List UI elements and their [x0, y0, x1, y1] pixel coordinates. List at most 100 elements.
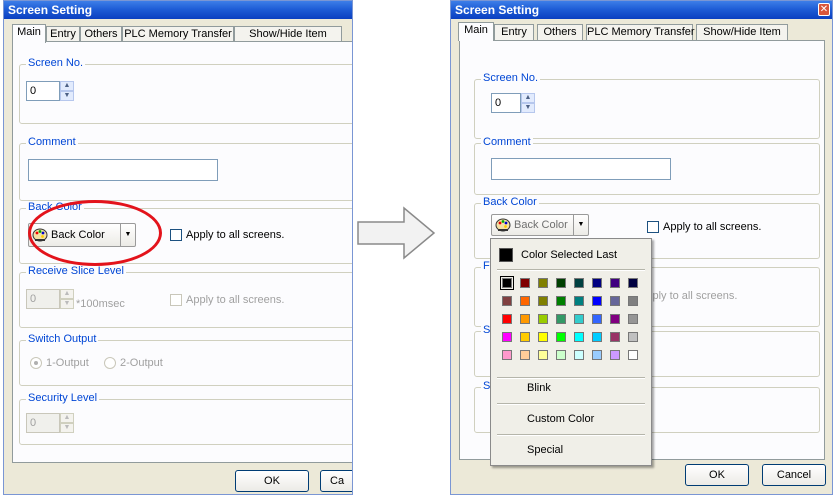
color-swatch[interactable]	[538, 350, 548, 360]
receive-slice-value: 0	[26, 289, 60, 309]
dialog-title: Screen Setting	[4, 1, 352, 19]
color-swatch[interactable]	[592, 314, 602, 324]
color-swatch[interactable]	[628, 350, 638, 360]
apply-all-screens-label: Apply to all screens.	[663, 221, 762, 233]
color-swatch[interactable]	[520, 332, 530, 342]
comment-input[interactable]	[28, 159, 218, 181]
blink-menu-item[interactable]: Blink	[527, 382, 551, 394]
comment-group: Comment	[474, 136, 820, 195]
tab-others[interactable]: Others	[537, 24, 583, 40]
color-swatch[interactable]	[610, 296, 620, 306]
tab-show-hide-item[interactable]: Show/Hide Item	[696, 24, 788, 40]
screen-no-label: Screen No.	[481, 72, 541, 84]
screen-no-spinner[interactable]: 0 ▲ ▼	[26, 81, 76, 101]
color-swatch[interactable]	[502, 314, 512, 324]
tab-main[interactable]: Main	[12, 24, 46, 43]
apply-all-screens-checkbox[interactable]	[170, 229, 182, 241]
tab-plc-memory-transfer[interactable]: PLC Memory Transfer	[586, 24, 695, 40]
apply-all-screens-label: Apply to all screens.	[186, 229, 285, 241]
color-swatch[interactable]	[628, 314, 638, 324]
apply-all-screens-checkbox-disabled	[170, 294, 182, 306]
tab-others[interactable]: Others	[80, 26, 122, 42]
back-color-button[interactable]: Back Color ▼	[491, 214, 589, 236]
custom-color-menu-item[interactable]: Custom Color	[527, 413, 594, 425]
color-swatch[interactable]	[556, 314, 566, 324]
color-swatch[interactable]	[502, 350, 512, 360]
color-swatch[interactable]	[556, 350, 566, 360]
color-swatch[interactable]	[556, 278, 566, 288]
color-swatch[interactable]	[628, 332, 638, 342]
color-swatch[interactable]	[538, 296, 548, 306]
spin-up-icon[interactable]: ▲	[521, 93, 535, 103]
screen-no-spinner[interactable]: 0 ▲ ▼	[491, 93, 541, 113]
color-swatch[interactable]	[592, 278, 602, 288]
color-swatch[interactable]	[538, 314, 548, 324]
radio-1-output	[30, 357, 42, 369]
screen-no-value[interactable]: 0	[491, 93, 521, 113]
comment-input[interactable]	[491, 158, 671, 180]
color-swatch[interactable]	[574, 278, 584, 288]
cancel-button[interactable]: Ca	[320, 470, 352, 492]
radio-1-output-label: 1-Output	[46, 357, 89, 369]
color-swatch[interactable]	[610, 314, 620, 324]
color-swatch[interactable]	[520, 278, 530, 288]
highlight-ellipse	[28, 200, 162, 266]
color-swatch[interactable]	[556, 296, 566, 306]
color-swatch[interactable]	[574, 296, 584, 306]
color-swatch[interactable]	[628, 296, 638, 306]
switch-output-label: Switch Output	[26, 333, 99, 345]
color-swatch[interactable]	[574, 332, 584, 342]
tab-entry[interactable]: Entry	[494, 24, 534, 40]
color-swatch[interactable]	[500, 276, 514, 290]
tab-main[interactable]: Main	[458, 22, 494, 41]
security-level-spinner: 0 ▲ ▼	[26, 413, 76, 433]
ok-button[interactable]: OK	[235, 470, 309, 492]
tab-show-hide-item[interactable]: Show/Hide Item	[234, 26, 342, 42]
color-swatch[interactable]	[574, 314, 584, 324]
tab-entry[interactable]: Entry	[46, 26, 80, 42]
security-level-value: 0	[26, 413, 60, 433]
color-swatch[interactable]	[502, 296, 512, 306]
radio-2-output	[104, 357, 116, 369]
color-swatch[interactable]	[556, 332, 566, 342]
spin-up-icon: ▲	[60, 413, 74, 423]
radio-2-output-label: 2-Output	[120, 357, 163, 369]
color-swatch[interactable]	[610, 350, 620, 360]
spin-down-icon[interactable]: ▼	[521, 103, 535, 113]
chevron-down-icon[interactable]: ▼	[573, 215, 588, 235]
color-swatch[interactable]	[502, 332, 512, 342]
comment-group: Comment	[19, 136, 352, 201]
ok-button[interactable]: OK	[685, 464, 749, 486]
color-swatch[interactable]	[610, 278, 620, 288]
comment-label: Comment	[481, 136, 533, 148]
screen-no-value[interactable]: 0	[26, 81, 60, 101]
close-icon[interactable]: ✕	[818, 3, 830, 16]
color-swatch[interactable]	[520, 296, 530, 306]
last-color-swatch	[499, 248, 513, 262]
special-menu-item[interactable]: Special	[527, 444, 563, 456]
color-swatch[interactable]	[592, 332, 602, 342]
apply-all-screens-checkbox[interactable]	[647, 221, 659, 233]
spin-up-icon[interactable]: ▲	[60, 81, 74, 91]
receive-slice-unit: *100msec	[76, 298, 125, 310]
color-swatch[interactable]	[628, 278, 638, 288]
spin-down-icon: ▼	[60, 299, 74, 309]
color-swatch[interactable]	[520, 314, 530, 324]
color-swatch[interactable]	[520, 350, 530, 360]
color-swatch[interactable]	[574, 350, 584, 360]
screen-no-label: Screen No.	[26, 57, 86, 69]
spin-down-icon[interactable]: ▼	[60, 91, 74, 101]
menu-separator	[497, 434, 645, 436]
tab-plc-memory-transfer[interactable]: PLC Memory Transfer	[122, 26, 234, 42]
apply-all-screens-label: Apply to all screens.	[186, 294, 285, 306]
color-swatch[interactable]	[610, 332, 620, 342]
spin-down-icon: ▼	[60, 423, 74, 433]
receive-slice-level-group: Receive Slice Level 0 ▲ ▼ *100msec Apply …	[19, 265, 352, 328]
color-swatch[interactable]	[592, 296, 602, 306]
cancel-button[interactable]: Cancel	[762, 464, 826, 486]
color-swatch[interactable]	[538, 332, 548, 342]
color-swatch[interactable]	[538, 278, 548, 288]
color-dropdown-menu: Color Selected Last Blink Custom Color S…	[490, 238, 652, 466]
color-swatch[interactable]	[592, 350, 602, 360]
apply-all-screens-label: Apply to all screens.	[639, 290, 738, 302]
